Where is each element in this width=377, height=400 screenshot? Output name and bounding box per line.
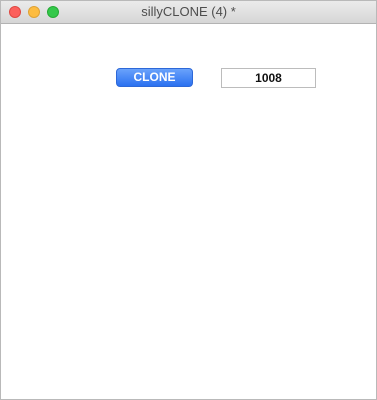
window-content: CLONE 1008 (1, 24, 376, 399)
window-title: sillyCLONE (4) * (141, 4, 236, 19)
app-window: sillyCLONE (4) * CLONE 1008 (0, 0, 377, 400)
value-field[interactable]: 1008 (221, 68, 316, 88)
title-bar[interactable]: sillyCLONE (4) * (1, 1, 376, 24)
clone-button[interactable]: CLONE (116, 68, 193, 87)
